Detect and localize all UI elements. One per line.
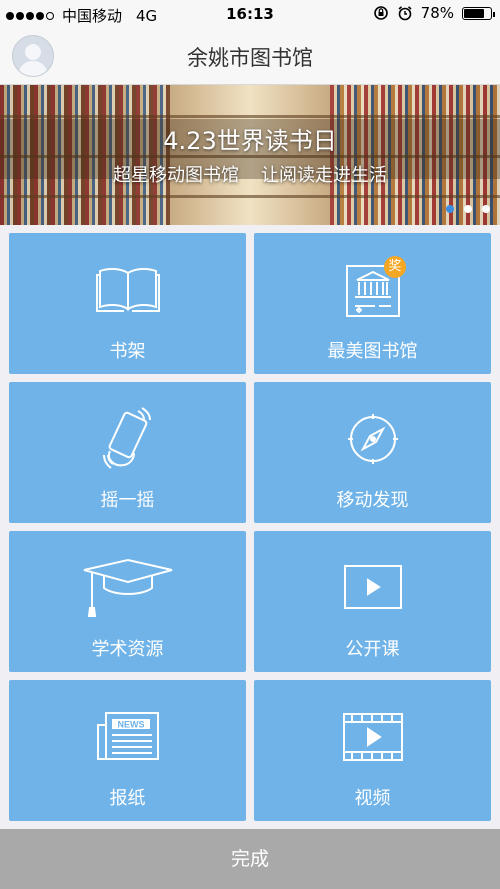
tile-label: 移动发现 (336, 490, 409, 511)
status-right: 78% (373, 4, 495, 22)
page-dot[interactable] (482, 205, 490, 213)
tile-label: 书架 (109, 341, 146, 362)
tile-label: 视频 (354, 788, 391, 809)
banner-title: 4.23世界读书日 (163, 127, 337, 155)
tile-label: 摇一摇 (100, 490, 155, 511)
feature-grid: 书架 奖 最美图书馆 摇一摇 移动发现 学术资源 公开课 NEWS 报纸 视频 (9, 233, 491, 821)
award-badge: 奖 (384, 256, 406, 278)
tile-mobile-discover[interactable]: 移动发现 (254, 382, 491, 523)
banner-subtitle-left: 超星移动图书馆 (113, 165, 239, 186)
tile-open-course[interactable]: 公开课 (254, 531, 491, 672)
page-dot[interactable] (446, 205, 454, 213)
tile-academic-resources[interactable]: 学术资源 (9, 531, 246, 672)
tile-video[interactable]: 视频 (254, 680, 491, 821)
shelf-divider (0, 115, 500, 118)
banner-subtitle: 超星移动图书馆 让阅读走进生活 (0, 161, 500, 187)
page-dot[interactable] (464, 205, 472, 213)
tile-shake[interactable]: 摇一摇 (9, 382, 246, 523)
battery-percent: 78% (420, 4, 454, 22)
shelf-divider (0, 195, 500, 198)
play-screen-icon (343, 565, 402, 609)
carousel-page-indicator[interactable] (446, 205, 490, 213)
tile-label: 公开课 (345, 639, 400, 660)
battery-icon (462, 6, 495, 20)
tile-best-library[interactable]: 奖 最美图书馆 (254, 233, 491, 374)
tile-label: 最美图书馆 (327, 341, 418, 362)
graduation-cap-icon (83, 558, 172, 617)
rotation-lock-icon (373, 6, 388, 20)
promo-banner[interactable]: 4.23世界读书日 超星移动图书馆 让阅读走进生活 (0, 85, 500, 225)
tile-bookshelf[interactable]: 书架 (9, 233, 246, 374)
compass-icon (347, 414, 398, 464)
page-title: 余姚市图书馆 (187, 46, 313, 70)
tile-label: 报纸 (109, 788, 146, 809)
tile-label: 学术资源 (91, 639, 164, 660)
shake-phone-icon (102, 407, 151, 469)
nav-header: 余姚市图书馆 (0, 28, 500, 85)
newspaper-icon: NEWS (96, 712, 159, 760)
done-button[interactable]: 完成 (0, 829, 500, 889)
open-book-icon (95, 267, 160, 312)
tile-newspaper[interactable]: NEWS 报纸 (9, 680, 246, 821)
film-play-icon (342, 713, 403, 761)
banner-subtitle-right: 让阅读走进生活 (261, 165, 387, 186)
svg-text:NEWS: NEWS (117, 720, 144, 730)
alarm-clock-icon (398, 6, 412, 21)
status-bar: 中国移动 4G 16:13 78% (0, 0, 500, 28)
